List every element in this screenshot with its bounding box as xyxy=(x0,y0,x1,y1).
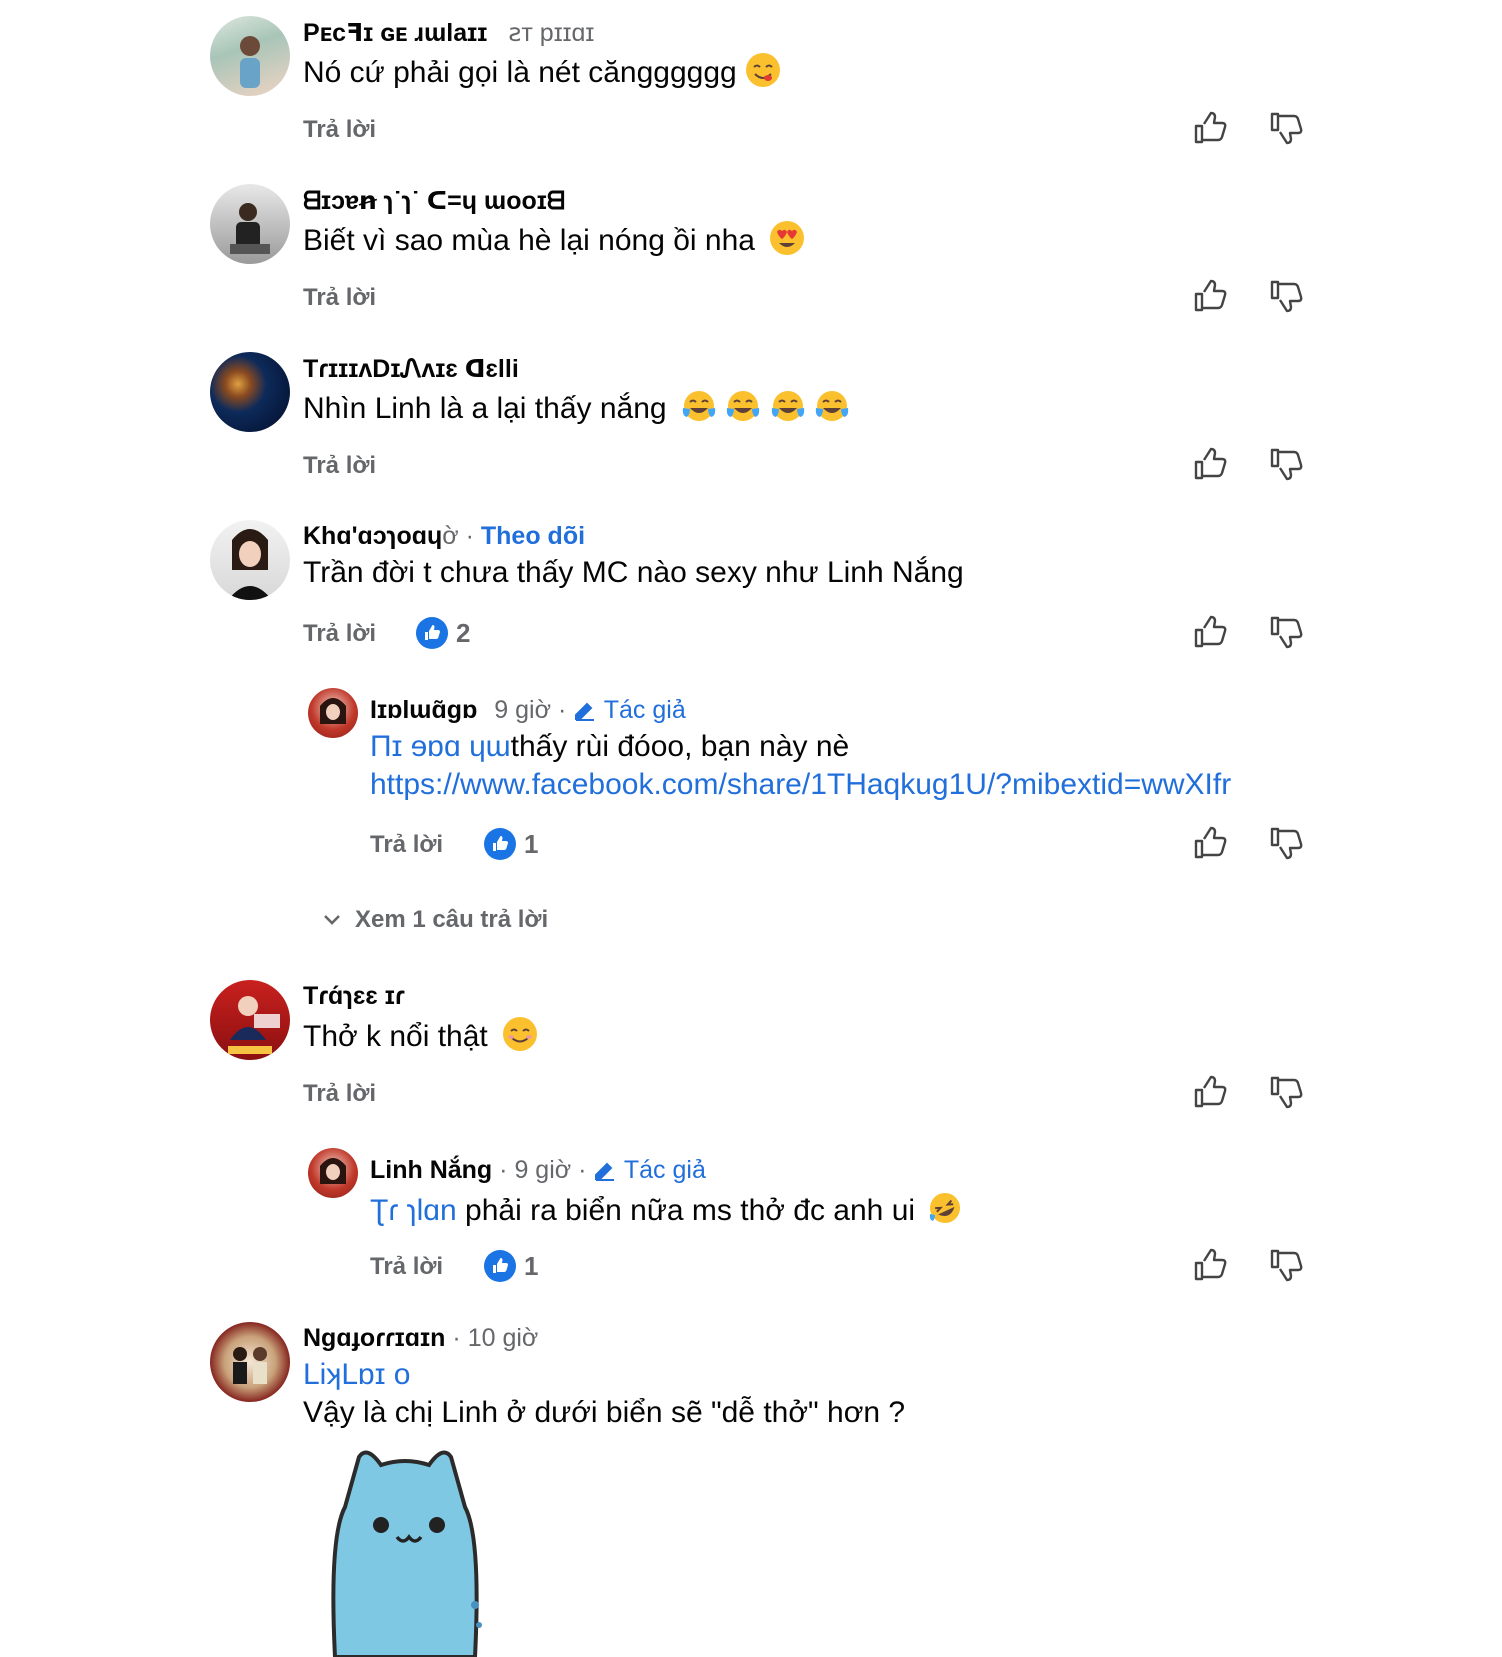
thumbs-down-icon[interactable] xyxy=(1268,1074,1304,1110)
commenter-name[interactable]: Pᴇcꟻɪ ɢᴇ ɹɯlaɪɪ ꙅᴛ pɪɪɑɪ xyxy=(303,18,594,48)
commenter-name[interactable]: Tɾɑ́ɿɛɛ ɪɾ xyxy=(303,982,405,1011)
commenter-name[interactable]: ᗺɪɔɐꞥ ɿ˙ɿ˙ ᑕ=ɥ ɯooɪᗺ xyxy=(303,186,565,216)
tears-of-joy-emoji-icon xyxy=(771,391,804,421)
heart-eyes-emoji-icon xyxy=(770,221,805,255)
yum-emoji-icon xyxy=(746,53,781,87)
comment-text: Nhìn Linh là a lại thấy nắng xyxy=(303,388,850,426)
mention-link[interactable]: Ʈɾ ɿlɑn xyxy=(370,1194,457,1227)
reply-button[interactable]: Trả lời xyxy=(303,452,376,480)
chevron-down-icon[interactable] xyxy=(320,908,344,932)
like-count: 2 xyxy=(456,617,471,648)
commenter-name[interactable]: Khɑ'ɑɔɿoɑɥờ · Theo dõi xyxy=(303,522,585,551)
view-replies-link[interactable]: Xem 1 câu trả lời xyxy=(355,906,548,934)
reply-button[interactable]: Trả lời xyxy=(303,116,376,144)
commenter-name[interactable]: Linh Nắng · 9 giờ · Tác giả xyxy=(370,1156,706,1185)
comment-text: Vậy là chị Linh ở dưới biển sẽ "dễ thở" … xyxy=(303,1396,906,1429)
comment-text: Ʈɾ ɿlɑn phải ra biển nữa ms thở đc anh u… xyxy=(370,1190,963,1228)
mention-link[interactable]: Пɪ ɘɒɑ ɥɯ xyxy=(370,730,511,763)
author-badge: Tác giả xyxy=(593,1156,706,1184)
commenter-name[interactable]: Ngɑɟoɾɾɪɑɪn · 10 giờ xyxy=(303,1324,538,1353)
avatar[interactable] xyxy=(210,352,290,432)
reaction-count[interactable]: 2 xyxy=(416,617,470,649)
avatar[interactable] xyxy=(210,1322,290,1402)
reaction-count[interactable]: 1 xyxy=(484,828,538,860)
tears-of-joy-emoji-icon xyxy=(815,391,849,421)
follow-button[interactable]: Theo dõi xyxy=(481,522,585,550)
avatar[interactable] xyxy=(210,184,290,264)
commenter-name[interactable]: Iɪɒlɯɑ̃ɡɒ 9 giờ · Tác giả xyxy=(370,696,686,725)
tears-of-joy-emoji-icon xyxy=(682,391,716,421)
timestamp: · 10 giờ xyxy=(452,1324,539,1352)
thumbs-up-icon[interactable] xyxy=(1192,1247,1228,1283)
thumbs-up-icon[interactable] xyxy=(1192,446,1228,482)
timestamp: · 9 giờ · xyxy=(499,1156,587,1184)
smiling-emoji-icon xyxy=(503,1017,538,1051)
author-badge: Tác giả xyxy=(573,696,686,724)
thumbs-down-icon[interactable] xyxy=(1268,110,1304,146)
rofl-emoji-icon xyxy=(930,1193,961,1223)
mention-link[interactable]: LiʞLɒɪ o xyxy=(303,1358,410,1392)
avatar[interactable] xyxy=(308,1148,358,1198)
thumbs-down-icon[interactable] xyxy=(1268,278,1304,314)
thumbs-up-icon[interactable] xyxy=(1192,110,1228,146)
like-count: 1 xyxy=(524,1250,539,1281)
comment-text: Trần đời t chưa thấy MC nào sexy như Lin… xyxy=(303,556,964,589)
thumbs-down-icon[interactable] xyxy=(1268,1247,1304,1283)
edit-pencil-icon xyxy=(575,702,595,721)
thumbs-up-icon[interactable] xyxy=(1192,1074,1228,1110)
thumbs-down-icon[interactable] xyxy=(1268,825,1304,861)
edit-pencil-icon xyxy=(595,1162,615,1181)
reply-button[interactable]: Trả lời xyxy=(303,284,376,312)
reaction-count[interactable]: 1 xyxy=(484,1250,538,1282)
comment-text: Thở k nổi thật xyxy=(303,1016,538,1054)
shared-link[interactable]: https://www.facebook.com/share/1THaqkug1… xyxy=(370,768,1231,802)
avatar[interactable] xyxy=(210,520,290,600)
timestamp: 9 giờ · xyxy=(494,696,567,724)
comment-text: Biết vì sao mùa hè lại nóng ồi nha xyxy=(303,220,805,258)
like-count: 1 xyxy=(524,828,539,859)
thumbs-up-icon[interactable] xyxy=(1192,825,1228,861)
avatar[interactable] xyxy=(308,688,358,738)
sticker-image[interactable] xyxy=(325,1445,485,1657)
avatar[interactable] xyxy=(210,16,290,96)
reply-button[interactable]: Trả lời xyxy=(370,831,443,859)
thumbs-down-icon[interactable] xyxy=(1268,446,1304,482)
thumbs-up-icon[interactable] xyxy=(1192,278,1228,314)
thumbs-down-icon[interactable] xyxy=(1268,614,1304,650)
thumbs-up-icon[interactable] xyxy=(1192,614,1228,650)
timestamp: ờ · xyxy=(442,522,474,550)
commenter-name[interactable]: TɾɪɪɪᴧDɪᏁᴧɪɛ ᗡɛlli xyxy=(303,354,519,384)
avatar[interactable] xyxy=(210,980,290,1060)
like-reaction-icon xyxy=(416,617,448,649)
like-reaction-icon xyxy=(484,1250,516,1282)
like-reaction-icon xyxy=(484,828,516,860)
reply-button[interactable]: Trả lời xyxy=(303,620,376,648)
reply-button[interactable]: Trả lời xyxy=(370,1253,443,1281)
tears-of-joy-emoji-icon xyxy=(727,391,760,421)
reply-button[interactable]: Trả lời xyxy=(303,1080,376,1108)
timestamp: ꙅᴛ pɪɪɑɪ xyxy=(508,19,595,47)
comment-text: Nó cứ phải gọi là nét căngggggg xyxy=(303,52,781,90)
tears-of-joy-emoji-row xyxy=(681,391,850,425)
comment-text: Пɪ ɘɒɑ ɥɯthấy rùi đóoo, bạn này nè xyxy=(370,730,850,763)
